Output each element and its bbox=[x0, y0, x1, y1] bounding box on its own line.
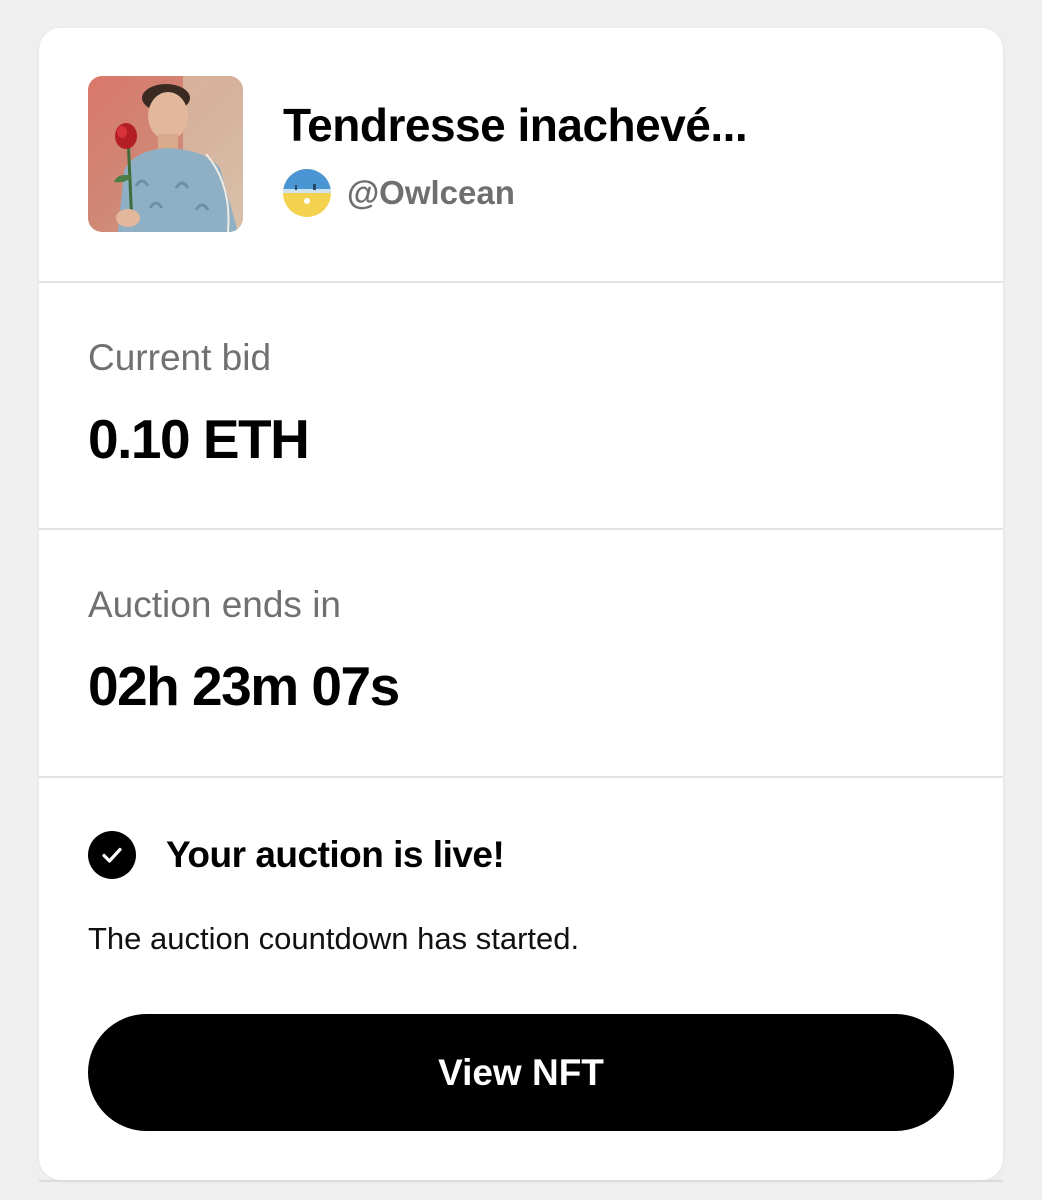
creator-link[interactable]: @Owlcean bbox=[283, 168, 515, 218]
artwork-thumbnail[interactable] bbox=[88, 76, 243, 232]
nft-header: Tendresse inachevé... @Owlcean bbox=[39, 28, 1003, 283]
auction-status: Your auction is live! bbox=[88, 829, 505, 881]
artwork-image bbox=[88, 76, 243, 232]
bottom-divider bbox=[39, 1180, 1003, 1182]
check-circle-icon bbox=[88, 831, 136, 879]
current-bid-section: Current bid 0.10 ETH bbox=[39, 283, 1003, 530]
view-nft-button[interactable]: View NFT bbox=[88, 1014, 954, 1131]
nft-title: Tendresse inachevé... bbox=[283, 99, 748, 151]
status-title: Your auction is live! bbox=[166, 834, 505, 875]
current-bid-value: 0.10 ETH bbox=[88, 408, 310, 470]
creator-handle: @Owlcean bbox=[347, 174, 515, 211]
status-description: The auction countdown has started. bbox=[88, 921, 580, 956]
current-bid-label: Current bid bbox=[88, 337, 272, 378]
auction-card: Tendresse inachevé... @Owlcean Current b… bbox=[39, 28, 1003, 1180]
auction-ends-label: Auction ends in bbox=[88, 584, 342, 625]
auction-countdown-section: Auction ends in 02h 23m 07s bbox=[39, 530, 1003, 778]
creator-avatar bbox=[283, 169, 331, 217]
auction-countdown-value: 02h 23m 07s bbox=[88, 655, 400, 717]
